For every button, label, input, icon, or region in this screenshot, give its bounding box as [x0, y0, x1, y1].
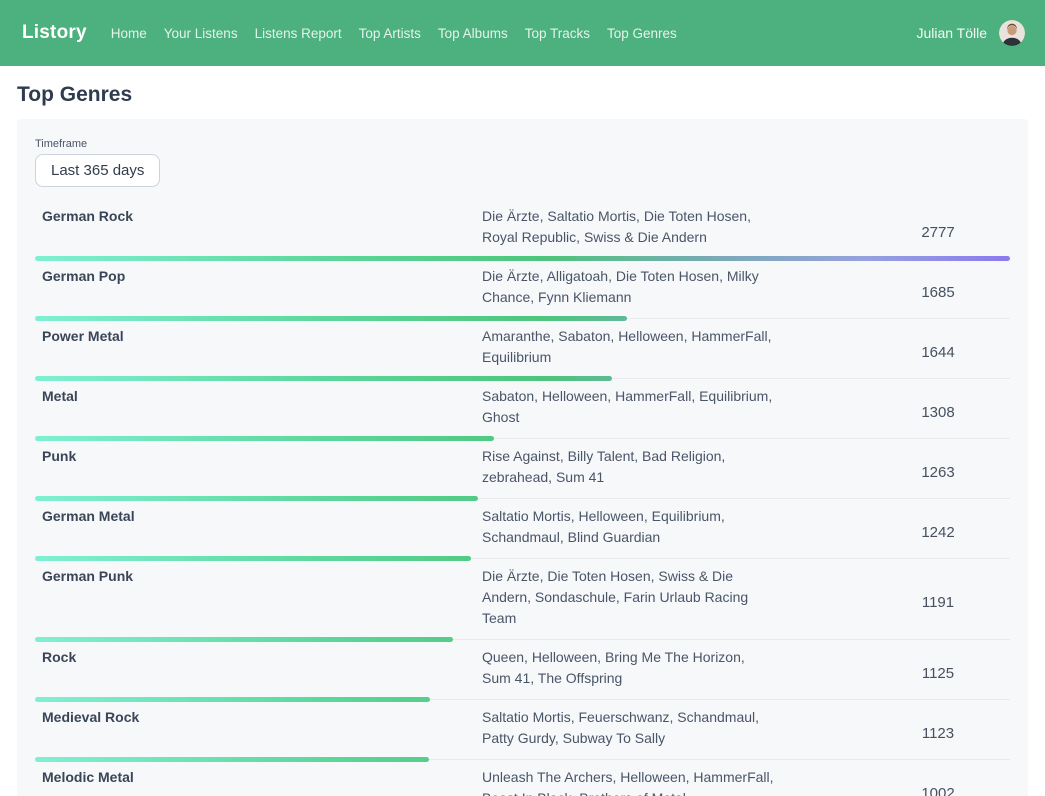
- genres-table: German Rock Die Ärzte, Saltatio Mortis, …: [35, 199, 1010, 796]
- genre-count: 1644: [869, 344, 1007, 361]
- app-header: Listory Home Your Listens Listens Report…: [0, 0, 1045, 66]
- genre-row: Rock Queen, Helloween, Bring Me The Hori…: [35, 640, 1010, 700]
- genre-count: 1242: [869, 524, 1007, 541]
- genre-name: German Metal: [35, 506, 482, 527]
- genre-row: Metal Sabaton, Helloween, HammerFall, Eq…: [35, 379, 1010, 439]
- genre-name: Rock: [35, 647, 482, 668]
- genre-row: Medieval Rock Saltatio Mortis, Feuerschw…: [35, 700, 1010, 760]
- user-name: Julian Tölle: [916, 25, 987, 41]
- genre-usage-bar: [35, 376, 612, 381]
- genre-usage-bar: [35, 436, 494, 441]
- nav-item-home[interactable]: Home: [111, 26, 147, 41]
- genre-count: 1308: [869, 404, 1007, 421]
- main-nav: Home Your Listens Listens Report Top Art…: [111, 26, 677, 41]
- nav-item-top-artists[interactable]: Top Artists: [359, 26, 421, 41]
- genre-row: German Metal Saltatio Mortis, Helloween,…: [35, 499, 1010, 559]
- genre-usage-bar: [35, 697, 430, 702]
- genre-row: German Rock Die Ärzte, Saltatio Mortis, …: [35, 199, 1010, 259]
- genre-usage-bar: [35, 556, 471, 561]
- page-content: Top Genres Timeframe Last 365 days Germa…: [0, 83, 1045, 796]
- genre-name: Punk: [35, 446, 482, 467]
- genre-usage-bar: [35, 316, 627, 321]
- nav-item-top-albums[interactable]: Top Albums: [438, 26, 508, 41]
- genre-name: German Punk: [35, 566, 482, 587]
- genre-artists: Saltatio Mortis, Helloween, Equilibrium,…: [482, 506, 774, 558]
- genre-usage-bar: [35, 757, 429, 762]
- genre-artists: Die Ärzte, Saltatio Mortis, Die Toten Ho…: [482, 206, 774, 258]
- app-logo[interactable]: Listory: [22, 22, 87, 44]
- genre-row: German Pop Die Ärzte, Alligatoah, Die To…: [35, 259, 1010, 319]
- genre-count: 1263: [869, 464, 1007, 481]
- genre-artists: Queen, Helloween, Bring Me The Horizon, …: [482, 647, 774, 699]
- nav-item-your-listens[interactable]: Your Listens: [164, 26, 238, 41]
- genre-row: Punk Rise Against, Billy Talent, Bad Rel…: [35, 439, 1010, 499]
- genre-name: Melodic Metal: [35, 767, 482, 788]
- top-genres-card: Timeframe Last 365 days German Rock Die …: [17, 119, 1028, 796]
- user-menu[interactable]: Julian Tölle: [916, 20, 1025, 46]
- genre-usage-bar: [35, 256, 1010, 261]
- user-avatar[interactable]: [999, 20, 1025, 46]
- genre-count: 2777: [869, 224, 1007, 241]
- timeframe-select-button[interactable]: Last 365 days: [35, 154, 160, 187]
- genre-artists: Sabaton, Helloween, HammerFall, Equilibr…: [482, 386, 774, 438]
- genre-usage-bar: [35, 637, 453, 642]
- genre-row: Power Metal Amaranthe, Sabaton, Hellowee…: [35, 319, 1010, 379]
- genre-artists: Amaranthe, Sabaton, Helloween, HammerFal…: [482, 326, 774, 378]
- nav-item-listens-report[interactable]: Listens Report: [255, 26, 342, 41]
- genre-row: Melodic Metal Unleash The Archers, Hello…: [35, 760, 1010, 796]
- genre-row: German Punk Die Ärzte, Die Toten Hosen, …: [35, 559, 1010, 640]
- genre-name: Power Metal: [35, 326, 482, 347]
- genre-artists: Saltatio Mortis, Feuerschwanz, Schandmau…: [482, 707, 774, 759]
- user-photo-icon: [999, 20, 1025, 46]
- genre-name: Medieval Rock: [35, 707, 482, 728]
- nav-item-top-genres[interactable]: Top Genres: [607, 26, 677, 41]
- genre-artists: Die Ärzte, Die Toten Hosen, Swiss & Die …: [482, 566, 774, 639]
- genre-usage-bar: [35, 496, 478, 501]
- genre-artists: Unleash The Archers, Helloween, HammerFa…: [482, 767, 774, 796]
- genre-count: 1191: [869, 594, 1007, 611]
- genre-name: Metal: [35, 386, 482, 407]
- timeframe-filter: Timeframe Last 365 days: [35, 138, 1010, 187]
- genre-count: 1125: [869, 665, 1007, 682]
- genre-artists: Rise Against, Billy Talent, Bad Religion…: [482, 446, 774, 498]
- genre-artists: Die Ärzte, Alligatoah, Die Toten Hosen, …: [482, 266, 774, 318]
- genre-name: German Pop: [35, 266, 482, 287]
- timeframe-label: Timeframe: [35, 138, 1010, 150]
- genre-count: 1002: [869, 785, 1007, 796]
- genre-name: German Rock: [35, 206, 482, 227]
- genre-count: 1685: [869, 284, 1007, 301]
- nav-item-top-tracks[interactable]: Top Tracks: [525, 26, 590, 41]
- page-title: Top Genres: [17, 83, 1028, 107]
- genre-count: 1123: [869, 725, 1007, 742]
